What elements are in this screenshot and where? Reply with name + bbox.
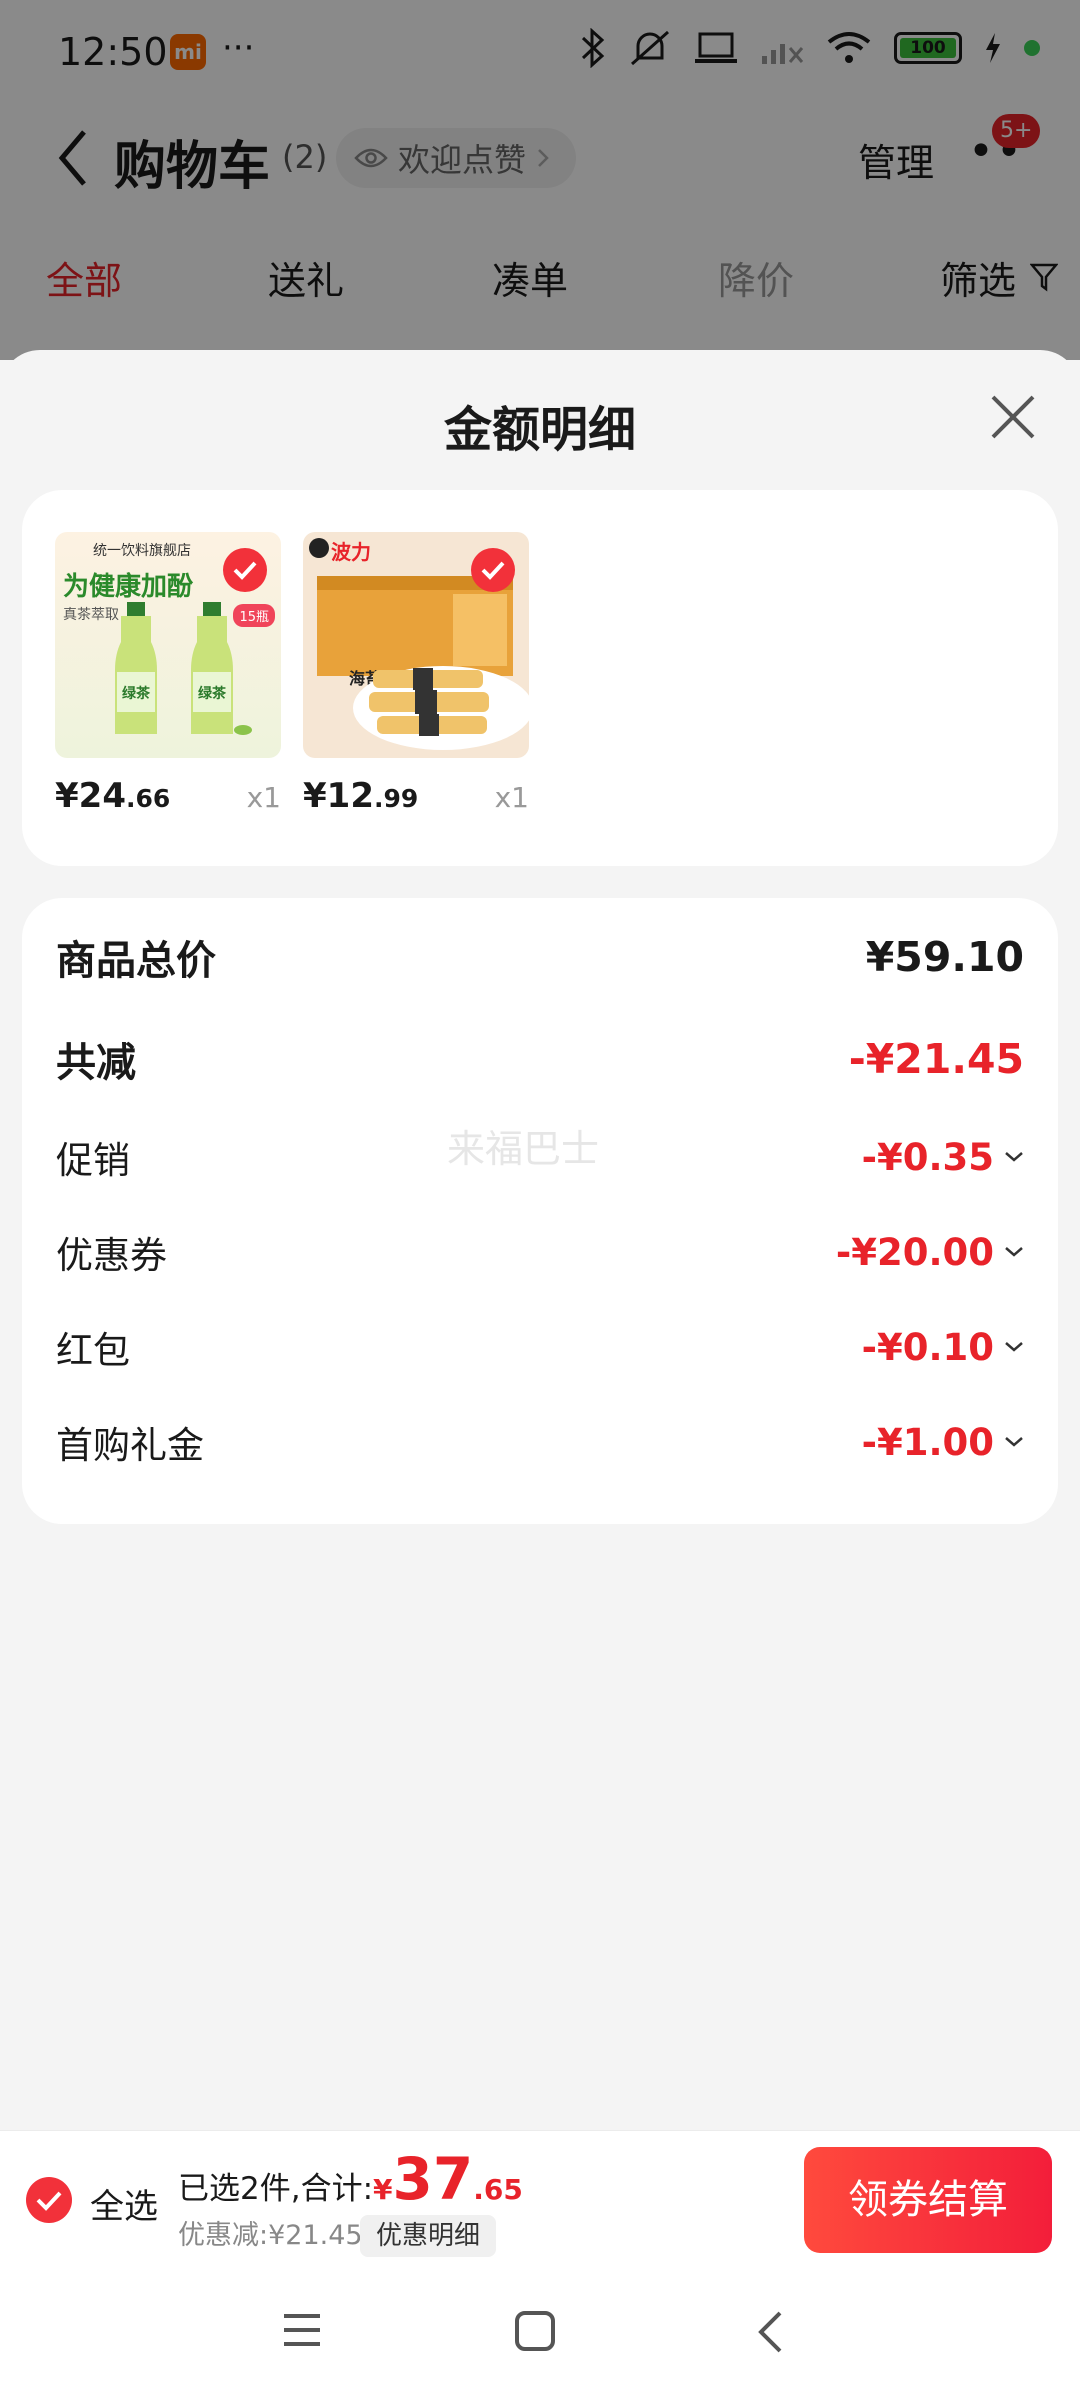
first-purchase-gift-value-group[interactable]: -¥1.00 <box>862 1421 1024 1464</box>
total-reduce-label: 共减 <box>56 1040 136 1086</box>
checkout-bar: 全选 已选2件,合计:¥37.65 优惠减:¥21.45 优惠明细 领券结算 <box>0 2130 1080 2270</box>
product-price-row: ¥12.99 x1 <box>303 776 529 816</box>
first-purchase-gift-label: 首购礼金 <box>56 1424 204 1467</box>
red-packet-value: -¥0.10 <box>861 1325 994 1369</box>
total-price-value: ¥59.10 <box>865 933 1024 981</box>
chevron-down-icon[interactable] <box>1004 1436 1024 1448</box>
chevron-down-icon[interactable] <box>1004 1246 1024 1258</box>
green-tea-bottles: 绿茶 绿茶 <box>115 602 252 735</box>
order-total: ¥37.65 <box>373 2145 523 2213</box>
promotion-value-group[interactable]: -¥0.35 <box>862 1136 1024 1179</box>
shop-name: 统一饮料旗舰店 <box>93 543 191 559</box>
coupon-value: -¥20.00 <box>835 1230 994 1274</box>
amount-breakdown-card: 来福巴士 商品总价 ¥59.10 共减 -¥21.45 促销 -¥0.35 优惠… <box>22 898 1058 1524</box>
back-nav-icon[interactable] <box>756 2310 784 2354</box>
first-purchase-gift-value: -¥1.00 <box>861 1420 994 1464</box>
product-item[interactable]: 波力 海苔 ¥12.99 x1 <box>303 532 529 816</box>
selected-products-card: 统一饮料旗舰店 为健康加酚 真茶萃取 15瓶 绿茶 绿茶 ¥24.66 x1 波… <box>22 490 1058 866</box>
selected-count-text: 已选2件,合计: <box>178 2171 374 2207</box>
system-nav-bar <box>0 2270 1080 2400</box>
product-price: ¥24.66 <box>55 776 171 816</box>
total-price-row: 商品总价 ¥59.10 <box>56 928 1024 986</box>
home-icon[interactable] <box>514 2310 556 2352</box>
brand-mascot-icon <box>309 538 329 558</box>
product-price: ¥12.99 <box>303 776 419 816</box>
total-price-label: 商品总价 <box>56 938 216 984</box>
selected-check-icon <box>471 548 515 592</box>
amount-detail-sheet: 金额明细 统一饮料旗舰店 为健康加酚 真茶萃取 15瓶 绿茶 绿茶 ¥24.66… <box>0 350 1080 2130</box>
red-packet-value-group[interactable]: -¥0.10 <box>862 1326 1024 1369</box>
checkout-button[interactable]: 领券结算 <box>804 2147 1052 2253</box>
coupon-value-group[interactable]: -¥20.00 <box>836 1231 1024 1274</box>
sheet-title: 金额明细 <box>443 402 636 458</box>
discount-detail-button[interactable]: 优惠明细 <box>360 2215 497 2257</box>
chevron-down-icon[interactable] <box>1004 1341 1024 1353</box>
first-purchase-gift-row[interactable]: 首购礼金 -¥1.00 <box>56 1415 1024 1469</box>
red-packet-row[interactable]: 红包 -¥0.10 <box>56 1320 1024 1374</box>
modal-backdrop[interactable] <box>0 0 1080 360</box>
product-quantity: x1 <box>246 781 281 814</box>
select-all-checkbox[interactable] <box>26 2177 72 2223</box>
promotion-value: -¥0.35 <box>861 1135 994 1179</box>
total-reduce-row: 共减 -¥21.45 <box>56 1030 1024 1088</box>
product-price-row: ¥24.66 x1 <box>55 776 281 816</box>
select-all-label[interactable]: 全选 <box>90 2179 158 2228</box>
coupon-label: 优惠券 <box>56 1234 167 1277</box>
total-reduce-value: -¥21.45 <box>848 1035 1024 1083</box>
order-summary: 已选2件,合计:¥37.65 <box>178 2145 523 2213</box>
product-image-seaweed-roll[interactable]: 波力 海苔 <box>303 532 529 758</box>
discount-text: 优惠减:¥21.45 <box>178 2220 363 2251</box>
menu-icon[interactable] <box>282 2310 322 2350</box>
coupon-row[interactable]: 优惠券 -¥20.00 <box>56 1225 1024 1279</box>
red-packet-label: 红包 <box>56 1329 130 1372</box>
promotion-row[interactable]: 促销 -¥0.35 <box>56 1130 1024 1184</box>
close-icon[interactable] <box>990 394 1036 440</box>
bottle-label: 绿茶 <box>122 685 151 702</box>
chevron-down-icon[interactable] <box>1004 1151 1024 1163</box>
product-item[interactable]: 统一饮料旗舰店 为健康加酚 真茶萃取 15瓶 绿茶 绿茶 ¥24.66 x1 <box>55 532 281 816</box>
product-image-green-tea[interactable]: 统一饮料旗舰店 为健康加酚 真茶萃取 15瓶 绿茶 绿茶 <box>55 532 281 758</box>
bottle-label: 绿茶 <box>198 685 227 702</box>
product-quantity: x1 <box>494 781 529 814</box>
selected-check-icon <box>223 548 267 592</box>
promotion-label: 促销 <box>56 1139 130 1182</box>
